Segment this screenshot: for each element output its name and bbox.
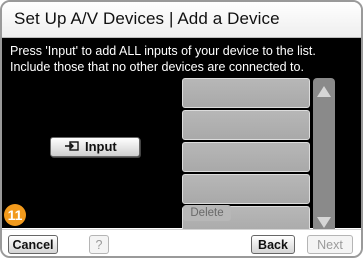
instruction-line-2: Include those that no other devices are … — [10, 60, 304, 74]
input-connector-icon — [65, 141, 79, 151]
input-list-slot-4[interactable] — [182, 174, 310, 204]
input-button[interactable]: Input — [50, 137, 140, 157]
scroll-down-icon[interactable] — [317, 217, 331, 228]
input-list-slot-3[interactable] — [182, 142, 310, 172]
dialog-title: Set Up A/V Devices | Add a Device — [14, 9, 280, 28]
next-button[interactable]: Next — [307, 235, 353, 254]
input-button-label: Input — [85, 139, 117, 154]
step-number-badge: 11 — [4, 204, 26, 226]
dialog-footer: Cancel ? Back Next — [2, 229, 361, 256]
content-panel: Press 'Input' to add ALL inputs of your … — [2, 38, 361, 236]
back-button[interactable]: Back — [251, 235, 295, 254]
add-device-dialog: Set Up A/V Devices | Add a Device Press … — [0, 0, 363, 258]
input-list-slot-1[interactable] — [182, 78, 310, 108]
list-scrollbar[interactable] — [313, 78, 335, 236]
title-bar: Set Up A/V Devices | Add a Device — [2, 2, 361, 38]
scroll-up-icon[interactable] — [317, 86, 331, 97]
help-button[interactable]: ? — [89, 235, 109, 254]
delete-button[interactable]: Delete — [183, 205, 231, 221]
cancel-button[interactable]: Cancel — [8, 235, 58, 254]
input-list-slot-2[interactable] — [182, 110, 310, 140]
instruction-line-1: Press 'Input' to add ALL inputs of your … — [10, 44, 316, 58]
